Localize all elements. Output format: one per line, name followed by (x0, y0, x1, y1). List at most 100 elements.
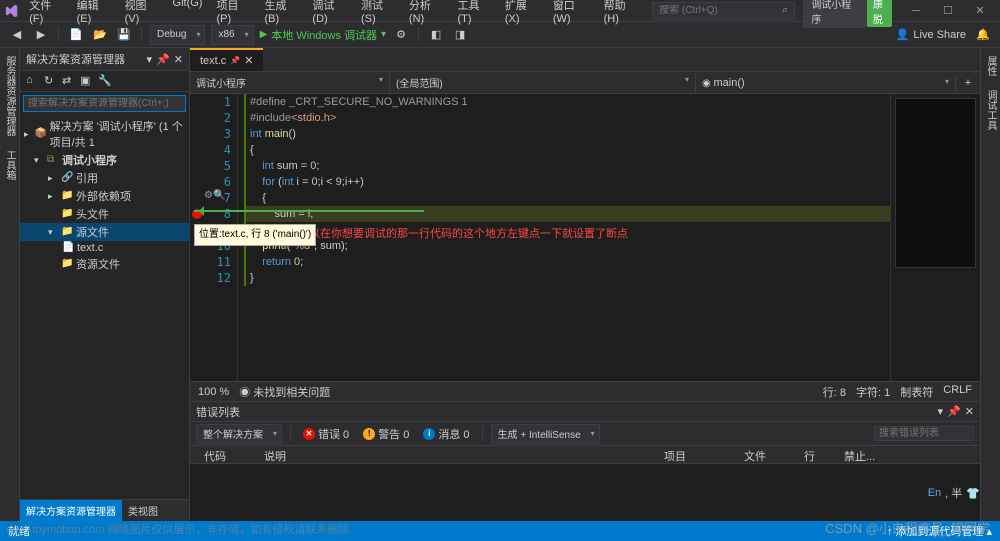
code-line[interactable]: sum = i; (244, 206, 890, 222)
headers-node[interactable]: 📁头文件 (20, 205, 189, 223)
search-input[interactable] (659, 5, 782, 16)
crumb-project[interactable]: 调试小程序 (190, 73, 390, 92)
home-icon[interactable]: ⌂ (26, 74, 40, 88)
code-line[interactable]: return 0; (244, 254, 890, 270)
tab-class-view[interactable]: 类视图 (122, 500, 164, 521)
open-icon[interactable]: 📂 (91, 26, 109, 44)
crumb-add-icon[interactable]: + (956, 77, 980, 89)
column-header[interactable]: 行 (796, 446, 836, 463)
code-editor[interactable]: 1234567⚙🔍89101112 位置:text.c, 行 8 ('main(… (190, 94, 980, 381)
source-file-item[interactable]: 📄text.c (20, 241, 189, 255)
intellisense-combo[interactable]: 生成 + IntelliSense (491, 424, 600, 444)
menu-item[interactable]: 生成(B) (258, 0, 304, 27)
zoom-level[interactable]: 100 % (198, 386, 229, 398)
error-search-input[interactable] (874, 426, 974, 441)
eol-mode[interactable]: CRLF (943, 384, 972, 400)
menu-item[interactable]: 文件(F) (23, 0, 68, 27)
panel-title: 错误列表 (196, 404, 240, 420)
column-header[interactable]: 代码 (196, 446, 256, 463)
forward-icon[interactable]: ▶ (32, 26, 50, 44)
tab-close-icon[interactable]: ✕ (244, 54, 253, 67)
panel-toolbar: ⌂ ↻ ⇄ ▣ 🔧 (20, 71, 189, 92)
close-panel-icon[interactable]: ✕ (965, 405, 974, 418)
menu-item[interactable]: 项目(P) (210, 0, 256, 27)
tool2-icon[interactable]: ◨ (451, 26, 469, 44)
save-icon[interactable]: 💾 (115, 26, 133, 44)
minimize-button[interactable]: ─ (900, 1, 932, 21)
new-icon[interactable]: 📄 (67, 26, 85, 44)
debug-icon[interactable]: ⚙ (392, 26, 410, 44)
code-line[interactable]: { (244, 190, 890, 206)
menu-item[interactable]: 工具(T) (451, 0, 496, 27)
strip-tab[interactable]: 属性 (981, 52, 1000, 80)
menu-item[interactable]: 分析(N) (403, 0, 450, 27)
menu-item[interactable]: 测试(S) (355, 0, 401, 27)
tab-label: text.c (200, 55, 226, 67)
crumb-function[interactable]: ◉ main() (696, 75, 956, 91)
menu-item[interactable]: 扩展(X) (499, 0, 545, 27)
strip-tab[interactable]: 调试工具 (981, 86, 1000, 134)
warnings-filter[interactable]: !警告 0 (359, 425, 413, 443)
run-button[interactable]: ▶ 本地 Windows 调试器 ▾ (260, 27, 386, 43)
menu-item[interactable]: 视图(V) (119, 0, 165, 27)
user-badge[interactable]: 康脱 (867, 0, 892, 27)
refresh-icon[interactable]: ↻ (44, 74, 58, 88)
pin-icon[interactable]: 📌 (947, 405, 961, 418)
code-line[interactable]: { (244, 142, 890, 158)
tab-pin-icon[interactable]: 📌 (230, 56, 240, 65)
notifications-icon[interactable]: 🔔 (974, 26, 992, 44)
tab-solution-explorer[interactable]: 解决方案资源管理器 (20, 500, 122, 521)
menu-item[interactable]: 帮助(H) (598, 0, 645, 27)
code-body[interactable]: 位置:text.c, 行 8 ('main()') 可以在你想要调试的那一行代码… (238, 94, 890, 381)
back-icon[interactable]: ◀ (8, 26, 26, 44)
close-button[interactable]: ✕ (964, 1, 996, 21)
sync-icon[interactable]: ⇄ (62, 74, 76, 88)
project-node[interactable]: ▾⧉调试小程序 (20, 151, 189, 169)
indent-mode[interactable]: 制表符 (900, 384, 933, 400)
menu-item[interactable]: Git(G) (167, 0, 209, 27)
column-header[interactable]: 禁止... (836, 446, 896, 463)
solution-search-input[interactable] (23, 95, 186, 112)
solution-root[interactable]: ▸📦解决方案 '调试小程序' (1 个项目/共 1 (20, 117, 189, 151)
liveshare-button[interactable]: 👤 Live Share (896, 28, 966, 41)
external-deps-node[interactable]: ▸📁外部依赖项 (20, 187, 189, 205)
column-header[interactable]: 说明 (256, 446, 656, 463)
pin-icon[interactable]: 📌 (156, 53, 170, 66)
dropdown-icon[interactable]: ▾ (938, 405, 944, 418)
menu-item[interactable]: 调试(D) (306, 0, 353, 27)
column-header[interactable]: 文件 (736, 446, 796, 463)
source-files-node[interactable]: ▾📁源文件 (20, 223, 189, 241)
code-line[interactable]: int main() (244, 126, 890, 142)
menu-item[interactable]: 窗口(W) (547, 0, 596, 27)
minimap[interactable] (890, 94, 980, 381)
strip-tab[interactable]: 工具箱 (0, 146, 19, 184)
collapse-icon[interactable]: ▣ (80, 74, 94, 88)
code-line[interactable]: int sum = 0; (244, 158, 890, 174)
cursor-col: 字符: 1 (856, 384, 890, 400)
errors-filter[interactable]: ✕错误 0 (299, 425, 353, 443)
references-node[interactable]: ▸🔗引用 (20, 169, 189, 187)
tool1-icon[interactable]: ◧ (427, 26, 445, 44)
editor-tabs: text.c 📌 ✕ (190, 48, 980, 72)
titlebar: 文件(F)编辑(E)视图(V)Git(G)项目(P)生成(B)调试(D)测试(S… (0, 0, 1000, 22)
code-line[interactable]: #include<stdio.h> (244, 110, 890, 126)
properties-icon[interactable]: 🔧 (98, 74, 112, 88)
scope-combo[interactable]: 整个解决方案 (196, 424, 282, 444)
close-panel-icon[interactable]: ✕ (174, 53, 183, 66)
file-tab-text-c[interactable]: text.c 📌 ✕ (190, 48, 263, 71)
code-line[interactable]: #define _CRT_SECURE_NO_WARNINGS 1 (244, 94, 890, 110)
code-line[interactable]: for (int i = 0;i < 9;i++) (244, 174, 890, 190)
menu-item[interactable]: 编辑(E) (71, 0, 117, 27)
solution-title-pill: 调试小程序 (803, 0, 867, 28)
messages-filter[interactable]: i消息 0 (419, 425, 473, 443)
search-box[interactable]: ⌕ (652, 2, 795, 20)
maximize-button[interactable]: ☐ (932, 1, 964, 21)
code-line[interactable]: } (244, 270, 890, 286)
strip-tab[interactable]: 服务器资源管理器 (0, 52, 19, 140)
platform-combo[interactable]: x86 (211, 25, 253, 45)
crumb-scope[interactable]: (全局范围) (390, 73, 696, 92)
resources-node[interactable]: 📁资源文件 (20, 255, 189, 273)
config-combo[interactable]: Debug (150, 25, 205, 45)
dropdown-icon[interactable]: ▾ (147, 53, 153, 66)
column-header[interactable]: 项目 (656, 446, 736, 463)
